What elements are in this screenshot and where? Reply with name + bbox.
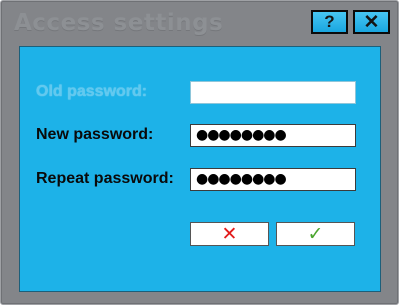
dialog-title: Access settings bbox=[14, 10, 224, 36]
old-password-label: Old password: bbox=[36, 83, 148, 100]
access-settings-dialog: Access settings ? ✕ Old password: New pa… bbox=[0, 0, 399, 305]
green-check-icon: ✓ bbox=[307, 222, 324, 245]
question-mark-icon: ? bbox=[324, 12, 335, 31]
old-password-field bbox=[190, 81, 356, 104]
red-cross-icon: ✕ bbox=[221, 222, 238, 245]
repeat-password-label: Repeat password: bbox=[36, 170, 174, 187]
new-password-label: New password: bbox=[36, 126, 154, 143]
password-form-panel: Old password: New password: ●●●●●●●● Rep… bbox=[19, 46, 381, 292]
repeat-password-field[interactable]: ●●●●●●●● bbox=[190, 168, 356, 191]
cancel-button[interactable]: ✕ bbox=[190, 222, 269, 246]
ok-button[interactable]: ✓ bbox=[276, 222, 355, 246]
close-button[interactable]: ✕ bbox=[353, 10, 390, 34]
new-password-field[interactable]: ●●●●●●●● bbox=[190, 124, 356, 147]
help-button[interactable]: ? bbox=[311, 10, 348, 34]
close-icon: ✕ bbox=[363, 11, 380, 33]
